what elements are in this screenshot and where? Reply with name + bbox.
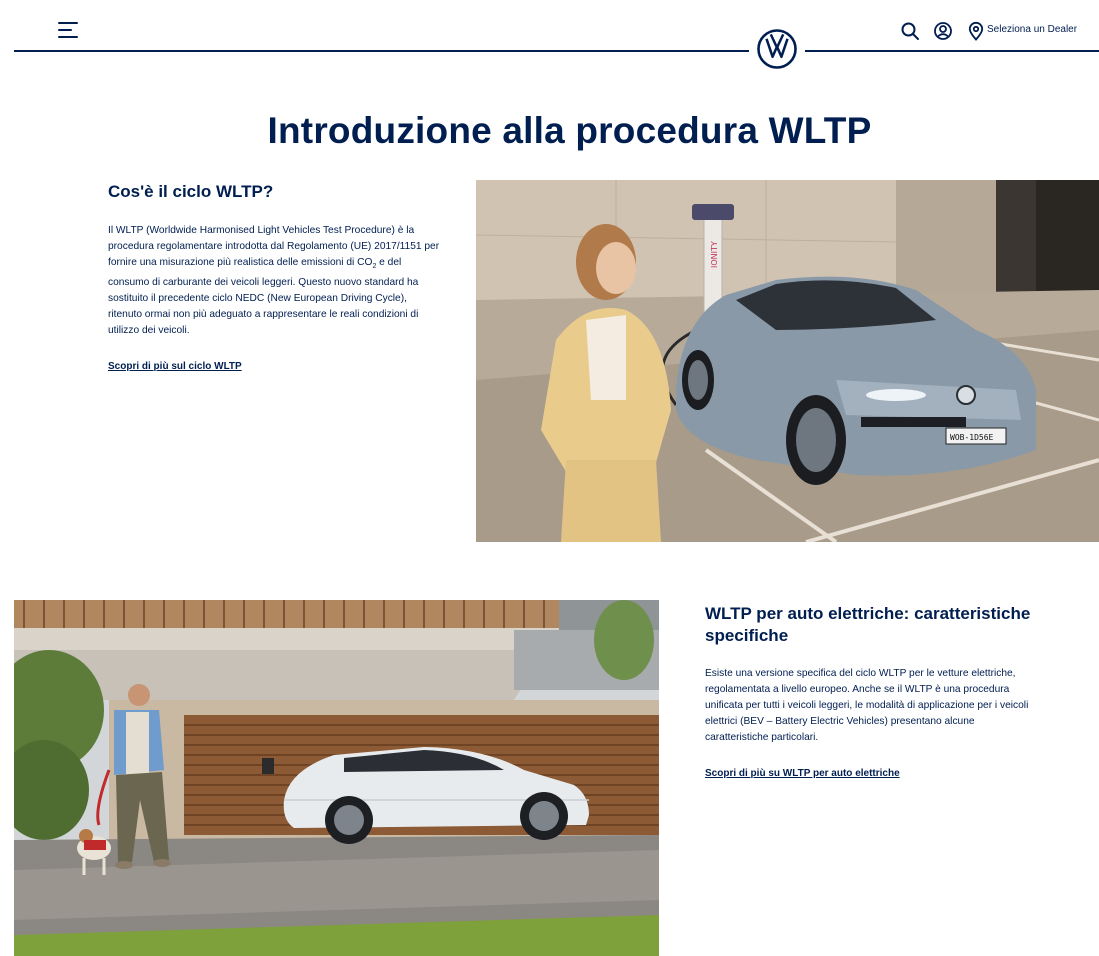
section-heading-wltp-cycle: Cos'è il ciclo WLTP? — [108, 182, 274, 201]
menu-icon-line-2 — [58, 29, 72, 31]
menu-icon-line-1 — [58, 22, 78, 24]
page-title: Introduzione alla procedura WLTP — [267, 110, 872, 151]
header-divider-right — [805, 50, 1099, 52]
license-plate-text: WOB-1D56E — [950, 433, 994, 442]
man-dog-ev-house-image — [14, 600, 659, 956]
vw-logo-icon[interactable] — [757, 29, 797, 69]
search-icon[interactable] — [900, 21, 920, 41]
site-header: Seleziona un Dealer — [0, 0, 1099, 70]
charger-brand-text: IONITY — [710, 241, 719, 268]
section-text-wltp-ev: Esiste una versione specifica del ciclo … — [705, 668, 1029, 743]
woman-ev-charging-image: IONITY WOB-1D56E — [476, 180, 1099, 542]
learn-more-wltp-ev-link[interactable]: Scopri di più su WLTP per auto elettrich… — [705, 768, 900, 779]
location-pin-icon[interactable] — [966, 21, 986, 41]
user-icon[interactable] — [933, 21, 953, 41]
learn-more-wltp-cycle-link[interactable]: Scopri di più sul ciclo WLTP — [108, 361, 242, 372]
menu-icon-line-3 — [58, 36, 78, 38]
select-dealer-link[interactable]: Seleziona un Dealer — [987, 24, 1077, 35]
section-heading-wltp-ev: WLTP per auto elettriche: caratteristich… — [705, 604, 1031, 645]
section-text-wltp-cycle: Il WLTP (Worldwide Harmonised Light Vehi… — [108, 223, 443, 339]
menu-button[interactable] — [58, 22, 80, 40]
header-divider-left — [14, 50, 749, 52]
